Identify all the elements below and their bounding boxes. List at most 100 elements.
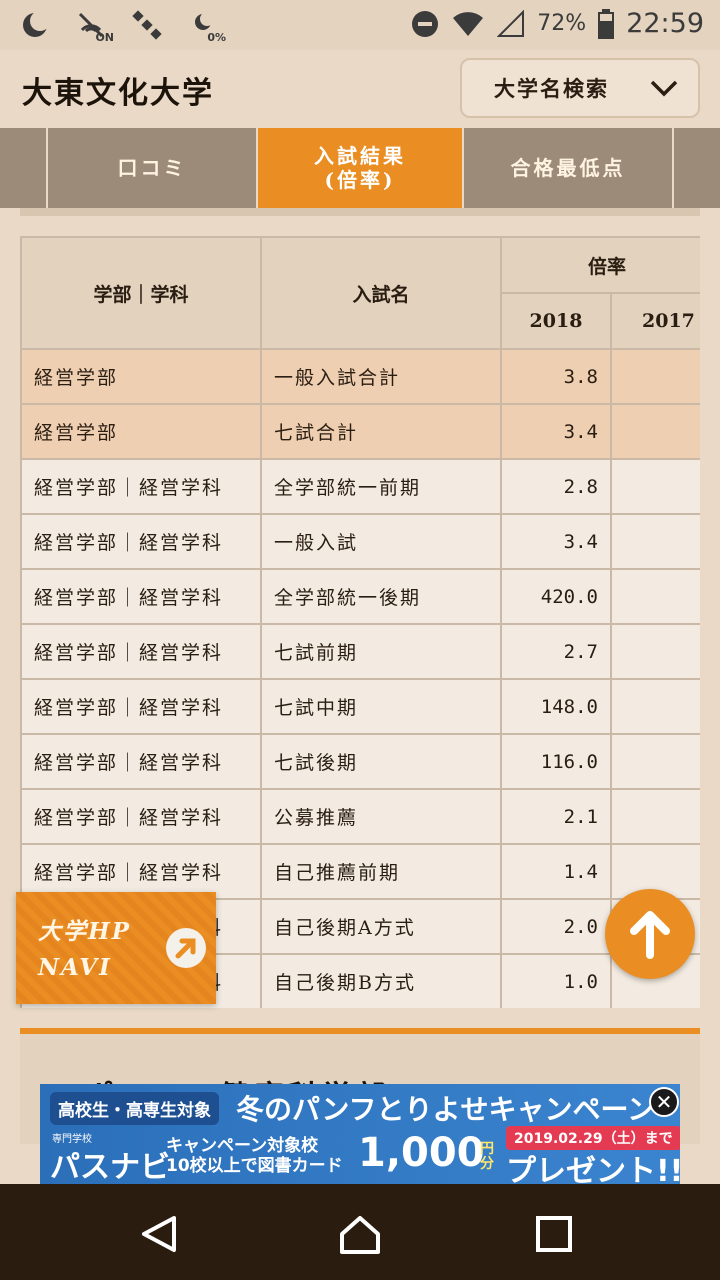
- ad-unit: 円分: [480, 1141, 494, 1172]
- header-ratio: 倍率: [499, 236, 700, 294]
- ad-headline: 冬のパンフとりよせキャンペーン: [236, 1093, 656, 1126]
- ratio-2017-cell: 3.: [609, 403, 700, 460]
- table-row: 経営学部｜経営学科七試前期2.73.: [20, 623, 700, 680]
- hotspot-status: ON: [95, 31, 114, 44]
- ad-tag: 高校生・高専生対象: [50, 1092, 219, 1125]
- main-content: 学部｜学科 入試名 倍率 2018 2017 経営学部一般入試合計3.83.経営…: [0, 208, 720, 1184]
- faculty-cell: 経営学部｜経営学科: [20, 788, 262, 845]
- status-bar: ON 0% 72% 22:59: [0, 0, 720, 50]
- ad-logo: パスナビ: [50, 1150, 170, 1184]
- table-row: 経営学部｜経営学科全学部統一後期420.022.: [20, 568, 700, 625]
- faculty-cell: 経営学部: [20, 403, 262, 460]
- signal-icon: [497, 9, 525, 37]
- ratio-2017-cell: 22.: [609, 568, 700, 625]
- header-faculty: 学部｜学科: [20, 236, 262, 350]
- exam-name-cell: 一般入試合計: [260, 348, 502, 405]
- search-dropdown-label: 大学名検索: [494, 76, 609, 101]
- faculty-cell: 経営学部: [20, 348, 262, 405]
- ratio-2017-cell: 2.: [609, 458, 700, 515]
- ratio-2018-cell: 2.7: [500, 623, 612, 680]
- tab-minimum-passing-score[interactable]: 合格最低点: [462, 128, 672, 208]
- ratio-2018-cell: 2.8: [500, 458, 612, 515]
- external-link-icon: [166, 928, 206, 968]
- ratio-2017-cell: 3.: [609, 348, 700, 405]
- ratio-2018-cell: 116.0: [500, 733, 612, 790]
- divider: [20, 208, 700, 216]
- table-row: 経営学部七試合計3.43.: [20, 403, 700, 460]
- ratio-2017-cell: 18.: [609, 678, 700, 735]
- faculty-cell: 経営学部｜経営学科: [20, 513, 262, 570]
- exam-name-cell: 七試中期: [260, 678, 502, 735]
- ratio-2017-cell: 1.: [609, 788, 700, 845]
- university-hp-navi-button[interactable]: 大学HP NAVI: [16, 892, 216, 1004]
- faculty-cell: 経営学部｜経営学科: [20, 733, 262, 790]
- ratio-2018-cell: 3.4: [500, 513, 612, 570]
- tab-exam-results[interactable]: 入試結果 (倍率): [256, 128, 462, 208]
- exam-name-cell: 公募推薦: [260, 788, 502, 845]
- ad-banner[interactable]: 高校生・高専生対象 冬のパンフとりよせキャンペーン 専門学校 パスナビ キャンペ…: [40, 1084, 680, 1184]
- clock: 22:59: [626, 8, 704, 39]
- faculty-cell: 経営学部｜経営学科: [20, 623, 262, 680]
- ratio-2018-cell: 420.0: [500, 568, 612, 625]
- exam-name-cell: 七試後期: [260, 733, 502, 790]
- faculty-cell: 経営学部｜経営学科: [20, 843, 262, 900]
- satellite-icon: [130, 8, 164, 42]
- header-exam-name: 入試名: [260, 236, 502, 350]
- arrow-up-icon: [630, 911, 670, 959]
- system-nav-bar: [0, 1184, 720, 1280]
- table-row: 経営学部｜経営学科七試後期116.04.: [20, 733, 700, 790]
- ratio-2018-cell: 2.1: [500, 788, 612, 845]
- header-year-2018: 2018: [500, 292, 612, 350]
- tab-bar: 口コミ 入試結果 (倍率) 合格最低点: [0, 128, 720, 208]
- table-row: 経営学部｜経営学科 自己推薦前期 1.4: [20, 843, 700, 900]
- data-saver-icon: 0%: [186, 8, 226, 44]
- recent-apps-icon[interactable]: [532, 1212, 576, 1256]
- exam-name-cell: 自己推薦前期: [260, 843, 502, 900]
- ratio-2018-cell: 3.8: [500, 348, 612, 405]
- exam-name-cell: 七試合計: [260, 403, 502, 460]
- ratio-2017-cell: 3.: [609, 623, 700, 680]
- navi-button-label: 大学HP NAVI: [38, 918, 132, 981]
- ratio-2017-cell: 3.: [609, 513, 700, 570]
- exam-name-cell: 自己後期B方式: [260, 953, 502, 1008]
- tab-next[interactable]: [672, 128, 720, 208]
- exam-name-cell: 一般入試: [260, 513, 502, 570]
- faculty-cell: 経営学部｜経営学科: [20, 568, 262, 625]
- dnd-icon: [412, 10, 439, 37]
- ad-present: プレゼント!!: [506, 1154, 680, 1184]
- ad-close-button[interactable]: ✕: [649, 1087, 679, 1117]
- app-header: 大東文化大学 大学名検索: [0, 50, 720, 128]
- close-icon: ✕: [655, 1090, 673, 1114]
- scroll-to-top-button[interactable]: [605, 889, 695, 979]
- battery-icon: [598, 8, 615, 39]
- ratio-2018-cell: 2.0: [500, 898, 612, 955]
- home-icon[interactable]: [338, 1212, 382, 1256]
- ad-amount: 1,000: [358, 1130, 485, 1176]
- wifi-icon: [453, 11, 484, 36]
- exam-name-cell: 七試前期: [260, 623, 502, 680]
- exam-name-cell: 自己後期A方式: [260, 898, 502, 955]
- table-row: 経営学部｜経営学科公募推薦2.11.: [20, 788, 700, 845]
- table-row: 経営学部｜経営学科七試中期148.018.: [20, 678, 700, 735]
- moon-icon: [18, 8, 52, 42]
- exam-name-cell: 全学部統一後期: [260, 568, 502, 625]
- ratio-2018-cell: 3.4: [500, 403, 612, 460]
- ratio-2018-cell: 1.4: [500, 843, 612, 900]
- university-title: 大東文化大学: [22, 76, 214, 111]
- ad-condition: キャンペーン対象校 10校以上で図書カード: [166, 1136, 343, 1176]
- table-row: 経営学部一般入試合計3.83.: [20, 348, 700, 405]
- university-search-dropdown[interactable]: 大学名検索: [460, 58, 700, 118]
- data-saver-value: 0%: [207, 31, 226, 44]
- hotspot-icon: ON: [74, 8, 114, 44]
- table-row: 経営学部｜経営学科一般入試3.43.: [20, 513, 700, 570]
- header-year-2017: 2017: [609, 292, 700, 350]
- chevron-down-icon: [650, 80, 678, 97]
- back-icon[interactable]: [138, 1212, 182, 1256]
- tab-reviews[interactable]: 口コミ: [46, 128, 256, 208]
- faculty-cell: 経営学部｜経営学科: [20, 678, 262, 735]
- ratio-2018-cell: 148.0: [500, 678, 612, 735]
- ratio-2017-cell: 4.: [609, 733, 700, 790]
- ratio-2018-cell: 1.0: [500, 953, 612, 1008]
- exam-name-cell: 全学部統一前期: [260, 458, 502, 515]
- battery-percent: 72%: [537, 11, 587, 36]
